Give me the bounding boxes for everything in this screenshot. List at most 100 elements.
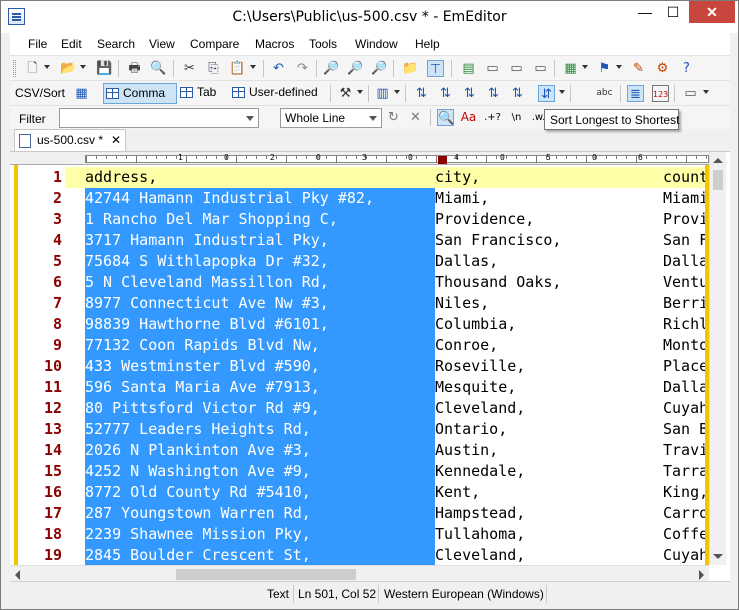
- header-cell[interactable]: city,: [435, 167, 663, 188]
- menu-edit[interactable]: Edit: [61, 37, 82, 51]
- replace-icon[interactable]: 🔎: [371, 60, 388, 77]
- table-cell[interactable]: Cleveland,: [435, 545, 663, 565]
- split-window-icon[interactable]: ▭: [532, 60, 549, 77]
- line-number[interactable]: 16: [18, 482, 62, 503]
- find-icon[interactable]: 🔎: [323, 60, 340, 77]
- cut-icon[interactable]: ✂: [181, 60, 198, 77]
- ruler-icon[interactable]: 123: [652, 85, 669, 102]
- document-tab[interactable]: us-500.csv * ✕: [14, 129, 126, 151]
- plugin-icon[interactable]: ⚙: [654, 60, 671, 77]
- table-row[interactable]: 8977 Connecticut Ave Nw #3, Niles, Berri: [65, 293, 709, 314]
- table-row[interactable]: 80 Pittsford Victor Rd #9, Cleveland, Cuya…: [65, 398, 709, 419]
- table-cell[interactable]: Dalla: [663, 377, 709, 398]
- table-cell[interactable]: Cleveland,: [435, 398, 663, 419]
- columns-icon[interactable]: ▥: [374, 85, 391, 102]
- table-cell[interactable]: San B: [663, 419, 709, 440]
- filter-history-dropdown-icon[interactable]: [246, 116, 254, 121]
- selected-address-cell[interactable]: 287 Youngstown Warren Rd,: [85, 503, 435, 524]
- table-cell[interactable]: Conroe,: [435, 335, 663, 356]
- regex-toggle[interactable]: .+?: [484, 109, 501, 126]
- table-row[interactable]: 75684 S Withlapopka Dr #32, Dallas, Dalla: [65, 251, 709, 272]
- line-number[interactable]: 13: [18, 419, 62, 440]
- ruler[interactable]: 1 0 2 0 3 0 4 0 5 0 6: [10, 152, 709, 165]
- wrap-icon[interactable]: ▭: [682, 85, 699, 102]
- line-number[interactable]: 5: [18, 251, 62, 272]
- table-row[interactable]: 2239 Shawnee Mission Pky, Tullahoma, Coffe: [65, 524, 709, 545]
- scroll-right-icon[interactable]: [699, 570, 704, 580]
- table-cell[interactable]: Ventu: [663, 272, 709, 293]
- scroll-down-icon[interactable]: [713, 554, 723, 559]
- line-number[interactable]: 1: [18, 167, 62, 188]
- wrap-dropdown-icon[interactable]: [703, 90, 709, 94]
- table-cell[interactable]: Thousand Oaks,: [435, 272, 663, 293]
- columns-dropdown-icon[interactable]: [394, 90, 400, 94]
- editor-pane[interactable]: 10203040506 1 2 3 4 5 6 7 8 9 10 11 12 13 14 15 16 17 18 1…: [10, 151, 730, 582]
- table-row[interactable]: 433 Westminster Blvd #590, Roseville, Plac…: [65, 356, 709, 377]
- table-cell[interactable]: King,: [663, 482, 709, 503]
- sort-longest-to-shortest-icon[interactable]: ⇵: [538, 85, 555, 102]
- table-row[interactable]: 2845 Boulder Crescent St, Cleveland, Cuyah: [65, 545, 709, 565]
- line-numbers-icon[interactable]: ≣: [627, 85, 644, 102]
- table-cell[interactable]: Cuyah: [663, 398, 709, 419]
- selected-address-cell[interactable]: 75684 S Withlapopka Dr #32,: [85, 251, 435, 272]
- print-preview-icon[interactable]: 🔍: [150, 60, 167, 77]
- line-number[interactable]: 6: [18, 272, 62, 293]
- table-cell[interactable]: Roseville,: [435, 356, 663, 377]
- table-row[interactable]: 52777 Leaders Heights Rd, Ontario, San B: [65, 419, 709, 440]
- table-cell[interactable]: Travi: [663, 440, 709, 461]
- window-list-icon[interactable]: ▭: [508, 60, 525, 77]
- selected-address-cell[interactable]: 2239 Shawnee Mission Pky,: [85, 524, 435, 545]
- selected-address-cell[interactable]: 3717 Hamann Industrial Pky,: [85, 230, 435, 251]
- spell-check-icon[interactable]: abc: [596, 85, 613, 102]
- menu-view[interactable]: View: [149, 37, 175, 51]
- selected-address-cell[interactable]: 8977 Connecticut Ave Nw #3,: [85, 293, 435, 314]
- selected-address-cell[interactable]: 77132 Coon Rapids Blvd Nw,: [85, 335, 435, 356]
- line-number[interactable]: 17: [18, 503, 62, 524]
- macro-icon[interactable]: ▦: [562, 60, 579, 77]
- header-cell[interactable]: address,: [85, 167, 435, 188]
- run-macro-icon[interactable]: ⚑: [596, 60, 613, 77]
- selected-address-cell[interactable]: 5 N Cleveland Massillon Rd,: [85, 272, 435, 293]
- table-cell[interactable]: Provi: [663, 209, 709, 230]
- line-number[interactable]: 9: [18, 335, 62, 356]
- status-encoding[interactable]: Western European (Windows): [384, 587, 544, 601]
- table-cell[interactable]: Berri: [663, 293, 709, 314]
- selected-address-cell[interactable]: 1 Rancho Del Mar Shopping C,: [85, 209, 435, 230]
- csv-tools-icon[interactable]: ⚒: [337, 85, 354, 102]
- help-icon[interactable]: ?: [678, 60, 695, 77]
- toolbar-grip[interactable]: [13, 60, 16, 77]
- match-case-icon[interactable]: Aa: [460, 109, 477, 126]
- table-row[interactable]: 8772 Old County Rd #5410, Kent, King,: [65, 482, 709, 503]
- filter-mode-dropdown-icon[interactable]: [369, 116, 377, 121]
- table-cell[interactable]: San Francisco,: [435, 230, 663, 251]
- scroll-up-icon[interactable]: [713, 158, 723, 163]
- run-dropdown-icon[interactable]: [616, 65, 622, 69]
- header-cell[interactable]: count: [663, 167, 709, 188]
- table-row[interactable]: 98839 Hawthorne Blvd #6101, Columbia, Rich…: [65, 314, 709, 335]
- selected-address-cell[interactable]: 8772 Old County Rd #5410,: [85, 482, 435, 503]
- find-next-icon[interactable]: 🔎: [347, 60, 364, 77]
- status-position[interactable]: Ln 501, Col 52: [298, 587, 376, 601]
- table-cell[interactable]: Carro: [663, 503, 709, 524]
- tab-close-icon[interactable]: ✕: [111, 130, 121, 150]
- table-row[interactable]: 596 Santa Maria Ave #7913, Mesquite, Dalla: [65, 377, 709, 398]
- comma-button[interactable]: Comma: [103, 83, 177, 104]
- table-cell[interactable]: Kent,: [435, 482, 663, 503]
- header-row[interactable]: address, city, count: [65, 167, 709, 188]
- line-number[interactable]: 3: [18, 209, 62, 230]
- csv-grid-icon[interactable]: ▦: [73, 85, 90, 102]
- table-cell[interactable]: Miami: [663, 188, 709, 209]
- sort-a-z-icon[interactable]: ⇅: [413, 85, 430, 102]
- title-bar[interactable]: C:\Users\Public\us-500.csv * - EmEditor …: [1, 1, 738, 33]
- table-cell[interactable]: Niles,: [435, 293, 663, 314]
- table-row[interactable]: 1 Rancho Del Mar Shopping C, Providence, P…: [65, 209, 709, 230]
- selected-address-cell[interactable]: 596 Santa Maria Ave #7913,: [85, 377, 435, 398]
- refresh-icon[interactable]: ↻: [385, 109, 402, 126]
- open-dropdown-icon[interactable]: [80, 65, 86, 69]
- table-cell[interactable]: Columbia,: [435, 314, 663, 335]
- table-cell[interactable]: Cuyah: [663, 545, 709, 565]
- paste-dropdown-icon[interactable]: [250, 65, 256, 69]
- line-number-gutter[interactable]: 1 2 3 4 5 6 7 8 9 10 11 12 13 14 15 16 17 18 19: [10, 165, 65, 565]
- menu-compare[interactable]: Compare: [190, 37, 239, 51]
- sort-z-a-icon[interactable]: ⇅: [437, 85, 454, 102]
